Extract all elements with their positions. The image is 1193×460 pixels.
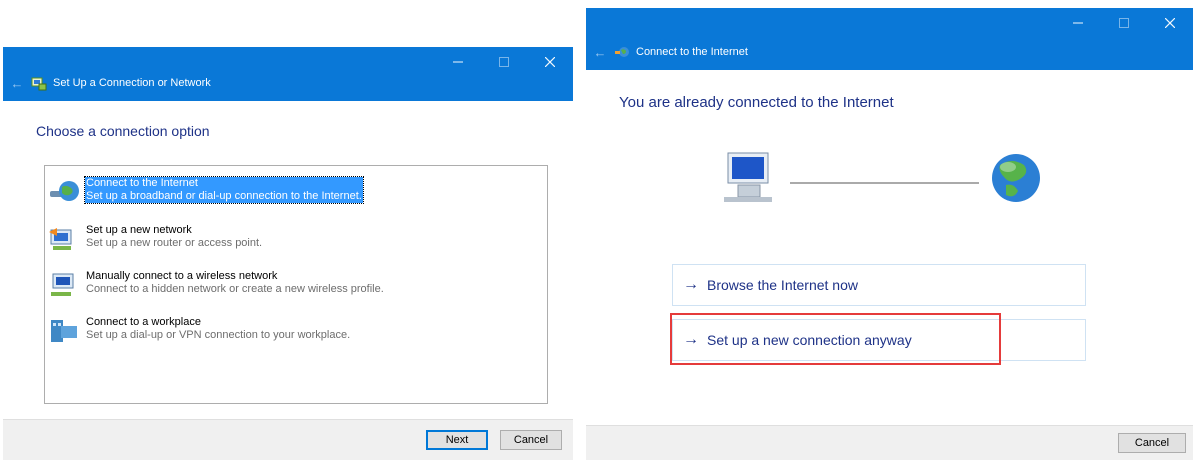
title-row: ← Connect to the Internet <box>586 44 748 60</box>
option-workplace[interactable]: Connect to a workplace Set up a dial-up … <box>47 316 351 346</box>
option-title: Connect to a workplace <box>86 316 201 328</box>
connection-status-illustration <box>724 152 1040 202</box>
maximize-icon[interactable] <box>481 47 527 77</box>
title-row: ← Set Up a Connection or Network <box>3 75 211 91</box>
close-icon[interactable] <box>527 47 573 77</box>
page-heading: Choose a connection option <box>36 123 210 139</box>
option-description: Set up a new router or access point. <box>86 237 263 249</box>
connection-option-list: Connect to the Internet Set up a broadba… <box>44 165 548 404</box>
arrow-right-icon: → <box>683 276 699 293</box>
cancel-button[interactable]: Cancel <box>500 430 562 450</box>
page-heading: You are already connected to the Interne… <box>619 94 894 111</box>
option-description: Set up a dial-up or VPN connection to yo… <box>86 329 351 341</box>
dialog-footer: Next Cancel <box>3 419 573 460</box>
option-title: Set up a new network <box>86 224 192 236</box>
workplace-building-icon <box>51 320 77 342</box>
close-icon[interactable] <box>1147 8 1193 38</box>
option-manual-wireless[interactable]: Manually connect to a wireless network C… <box>47 270 385 300</box>
title-bar: ← Set Up a Connection or Network <box>3 47 573 101</box>
dialog-footer: Cancel <box>586 425 1193 460</box>
network-setup-icon <box>31 77 47 91</box>
maximize-icon[interactable] <box>1101 8 1147 38</box>
back-arrow-icon[interactable]: ← <box>586 45 614 60</box>
option-new-network[interactable]: Set up a new network Set up a new router… <box>47 224 263 254</box>
option-title: Connect to the Internet <box>86 177 198 189</box>
title-bar: ← Connect to the Internet <box>586 8 1193 70</box>
globe-icon <box>992 154 1040 202</box>
browse-internet-link[interactable]: → Browse the Internet now <box>672 264 1086 306</box>
router-setup-icon <box>49 228 72 250</box>
option-description: Connect to a hidden network or create a … <box>86 283 384 295</box>
setup-connection-window: ← Set Up a Connection or Network Choose … <box>3 47 573 460</box>
option-description: Set up a broadband or dial-up connection… <box>86 190 362 202</box>
minimize-icon[interactable] <box>1055 8 1101 38</box>
window-title: Connect to the Internet <box>636 46 748 58</box>
window-title: Set Up a Connection or Network <box>53 77 211 89</box>
wireless-computer-icon <box>51 273 74 296</box>
next-button[interactable]: Next <box>426 430 488 450</box>
internet-connection-icon <box>615 47 629 57</box>
option-connect-internet[interactable]: Connect to the Internet Set up a broadba… <box>47 176 364 207</box>
red-highlight-box <box>670 313 1001 365</box>
caption-buttons <box>1055 8 1193 38</box>
back-arrow-icon[interactable]: ← <box>3 76 31 91</box>
minimize-icon[interactable] <box>435 47 481 77</box>
caption-buttons <box>435 47 573 77</box>
cancel-button[interactable]: Cancel <box>1118 433 1186 453</box>
globe-network-icon <box>50 181 79 201</box>
connect-internet-window: ← Connect to the Internet You are alread… <box>586 8 1193 460</box>
link-label: Browse the Internet now <box>707 277 858 293</box>
option-title: Manually connect to a wireless network <box>86 270 278 282</box>
computer-icon <box>724 152 772 202</box>
